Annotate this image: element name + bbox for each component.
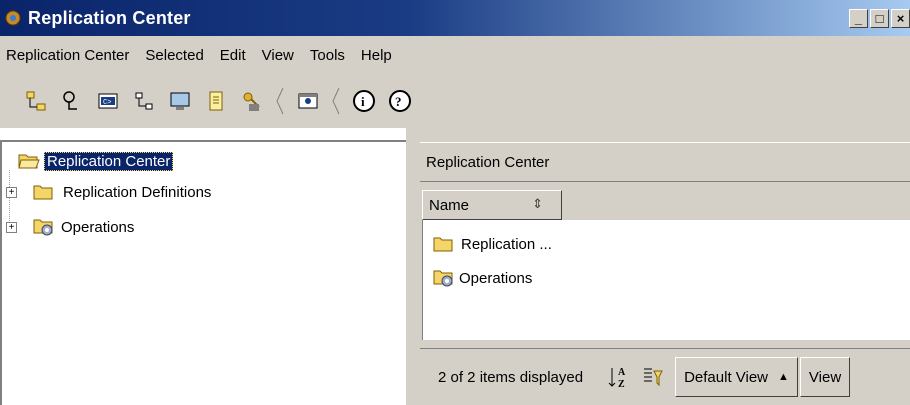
toolbar: C> i ? [0,74,910,128]
column-label: Name [429,196,470,214]
monitor-icon[interactable] [168,89,192,113]
sort-az-icon[interactable]: AZ [607,364,631,390]
svg-text:Z: Z [618,379,625,389]
close-button[interactable]: × [891,9,910,28]
menu-replication-center[interactable]: Replication Center [6,47,129,64]
expand-icon[interactable]: + [6,221,17,233]
help-icon[interactable]: ? [388,89,412,113]
toolbar-separator [276,87,284,115]
folder-icon [433,236,453,252]
column-header-name[interactable]: Name ⇕ [422,190,562,220]
svg-text:A: A [618,367,626,378]
default-view-dropdown[interactable]: Default View ▲ [675,357,798,397]
menu-help[interactable]: Help [361,47,392,64]
tree-label: Replication Center [44,151,174,171]
search-icon[interactable] [60,89,84,113]
navigation-tree[interactable]: Replication Center + Replication Definit… [0,140,406,405]
view-button[interactable]: View [799,357,851,397]
info-icon[interactable]: i [352,89,376,113]
replication-center-icon [4,9,22,27]
caret-up-icon: ▲ [778,371,789,383]
tree-label: Replication Definitions [63,183,212,201]
operations-folder-icon [33,218,53,236]
details-header: Replication Center [420,142,910,182]
tree-item-replication-definitions[interactable]: + Replication Definitions [6,181,211,203]
details-pane: Replication Center Name ⇕ Replication ..… [418,128,910,405]
list-item-label: Operations [459,269,533,287]
status-bar: 2 of 2 items displayed AZ Default View ▲… [420,348,910,405]
default-view-label: Default View [684,368,769,386]
list-item[interactable]: Operations [433,266,532,290]
toolbar-separator [332,87,340,115]
window-title: Replication Center [28,7,191,28]
items-count: 2 of 2 items displayed [438,368,584,386]
menu-bar: Replication Center Selected Edit View To… [0,36,910,74]
expand-icon[interactable]: + [6,186,17,198]
command-window-icon[interactable]: C> [96,89,120,113]
svg-text:?: ? [395,94,402,109]
open-folder-icon [18,152,40,170]
menu-selected[interactable]: Selected [145,47,203,64]
menu-view[interactable]: View [262,47,294,64]
menu-edit[interactable]: Edit [220,47,246,64]
splitter[interactable] [406,128,418,405]
svg-text:i: i [361,94,365,109]
list-item-label: Replication ... [461,235,552,253]
sort-icon[interactable]: ⇕ [532,196,543,212]
tree-icon[interactable] [24,89,48,113]
maximize-button[interactable]: □ [870,9,889,28]
title-bar[interactable]: Replication Center _ □ × [0,0,910,36]
tree-item-replication-center[interactable]: Replication Center [18,150,174,172]
view-button-label: View [808,368,842,386]
journal-icon[interactable] [204,89,228,113]
tree-label: Operations [61,218,135,236]
folder-icon [33,184,53,200]
network-icon[interactable] [132,89,156,113]
list-item[interactable]: Replication ... [433,232,552,256]
filter-icon[interactable] [641,364,665,390]
task-center-icon[interactable] [296,89,320,113]
license-icon[interactable] [240,89,264,113]
tree-item-operations[interactable]: + Operations [6,216,134,238]
menu-tools[interactable]: Tools [310,47,345,64]
operations-folder-icon [433,269,453,287]
svg-text:C>: C> [103,99,111,107]
details-list[interactable]: Replication ... Operations [422,220,910,340]
minimize-button[interactable]: _ [849,9,868,28]
details-title: Replication Center [426,153,550,171]
